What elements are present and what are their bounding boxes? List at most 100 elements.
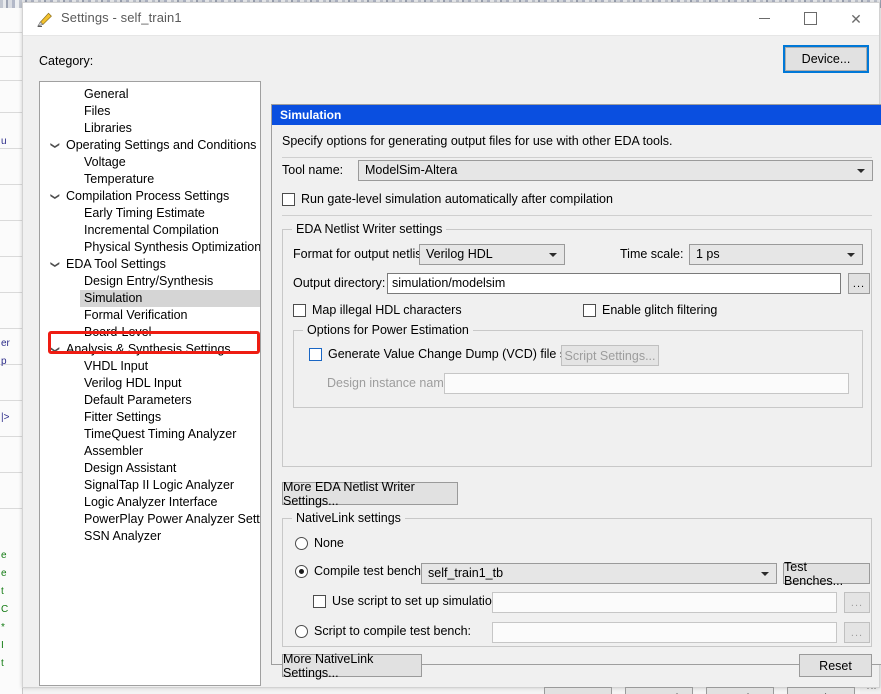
tree-item-temperature[interactable]: Temperature (40, 171, 260, 188)
tree-item-logic-analyzer-interface[interactable]: Logic Analyzer Interface (40, 494, 260, 511)
tree-item-physical-synthesis-optimizations[interactable]: Physical Synthesis Optimizations (40, 239, 260, 256)
tool-name-label: Tool name: (282, 163, 344, 177)
tree-item-label: VHDL Input (84, 359, 149, 373)
compile-testbench-combo[interactable]: self_train1_tb (421, 563, 777, 584)
more-eda-netlist-writer-settings-button[interactable]: More EDA Netlist Writer Settings... (282, 480, 458, 508)
script-settings-button[interactable]: Script Settings... (561, 345, 659, 366)
maximize-button[interactable] (787, 3, 833, 34)
output-directory-browse-button[interactable]: ... (848, 273, 870, 294)
tree-item-label: Files (84, 104, 111, 118)
chevron-down-icon[interactable]: ❯ (47, 343, 64, 357)
tree-item-verilog-hdl-input[interactable]: Verilog HDL Input (40, 375, 260, 392)
minimize-icon (758, 18, 770, 19)
tree-item-label: Incremental Compilation (84, 223, 219, 237)
timescale-combo[interactable]: 1 ps (689, 244, 863, 265)
script-compile-input[interactable] (492, 622, 837, 643)
tree-item-incremental-compilation[interactable]: Incremental Compilation (40, 222, 260, 239)
settings-dialog: Settings - self_train1 ✕ Category: Devic… (22, 2, 881, 694)
tool-name-combo[interactable]: ModelSim-Altera (358, 160, 873, 181)
tree-item-compilation-process-settings[interactable]: ❯ Compilation Process Settings (40, 188, 260, 205)
tree-item-label: Operating Settings and Conditions (66, 138, 257, 152)
tree-item-design-entry-synthesis[interactable]: Design Entry/Synthesis (40, 273, 260, 290)
radio-circle-icon (295, 537, 308, 550)
power-estimation-title: Options for Power Estimation (303, 323, 473, 337)
tree-item-voltage[interactable]: Voltage (40, 154, 260, 171)
timescale-value: 1 ps (696, 247, 720, 261)
tree-item-label: Early Timing Estimate (84, 206, 205, 220)
tree-item-label: Physical Synthesis Optimizations (84, 240, 261, 254)
apply-button[interactable]: Apply (706, 687, 774, 694)
tree-item-operating-settings-and-conditions[interactable]: ❯ Operating Settings and Conditions (40, 137, 260, 154)
tree-item-eda-tool-settings[interactable]: ❯ EDA Tool Settings (40, 256, 260, 273)
tree-item-powerplay-power-analyzer-settings[interactable]: PowerPlay Power Analyzer Settings (40, 511, 260, 528)
simulation-settings-panel: Simulation Specify options for generatin… (271, 104, 881, 680)
tree-item-files[interactable]: Files (40, 103, 260, 120)
tree-item-timequest-timing-analyzer[interactable]: TimeQuest Timing Analyzer (40, 426, 260, 443)
generate-vcd-label: Generate Value Change Dump (VCD) file sc… (328, 347, 590, 361)
use-script-browse-button[interactable]: ... (844, 592, 870, 613)
tree-item-vhdl-input[interactable]: VHDL Input (40, 358, 260, 375)
background-left-label-5: e (1, 568, 7, 579)
divider-top (282, 157, 872, 158)
eda-netlist-writer-group: EDA Netlist Writer settings Format for o… (282, 222, 872, 467)
dialog-body: Category: Device... General Files Librarie… (23, 36, 881, 694)
tree-item-ssn-analyzer[interactable]: SSN Analyzer (40, 528, 260, 545)
checkbox-box-icon (309, 348, 322, 361)
panel-description: Specify options for generating output fi… (282, 134, 673, 148)
chevron-down-icon[interactable]: ❯ (47, 190, 64, 204)
tool-name-value: ModelSim-Altera (365, 163, 458, 177)
device-button[interactable]: Device... (783, 45, 869, 73)
test-benches-button[interactable]: Test Benches... (783, 560, 870, 588)
category-tree[interactable]: General Files Libraries ❯ Operating Settings… (39, 81, 261, 686)
background-left-label-0: u (1, 136, 7, 147)
dialog-titlebar[interactable]: Settings - self_train1 ✕ (23, 3, 879, 36)
checkbox-box-icon (282, 193, 295, 206)
use-script-setup-simulation-label: Use script to set up simulation: (332, 594, 503, 608)
output-directory-label: Output directory: (293, 276, 386, 290)
help-button[interactable]: Help (787, 687, 855, 694)
ok-button[interactable]: OK (544, 687, 612, 694)
tree-item-signaltap-ii-logic-analyzer[interactable]: SignalTap II Logic Analyzer (40, 477, 260, 494)
background-left-label-2: p (1, 356, 7, 367)
background-left-panel: u er p |> e e t C * I t (0, 8, 23, 694)
tree-item-label: PowerPlay Power Analyzer Settings (84, 512, 260, 526)
tree-item-analysis-synthesis-settings[interactable]: ❯ Analysis & Synthesis Settings (40, 341, 260, 358)
tree-item-general[interactable]: General (40, 86, 260, 103)
script-compile-browse-button[interactable]: ... (844, 622, 870, 643)
close-button[interactable]: ✕ (833, 3, 879, 34)
design-instance-input[interactable] (444, 373, 849, 394)
cancel-button[interactable]: Cancel (625, 687, 693, 694)
format-netlist-combo[interactable]: Verilog HDL (419, 244, 565, 265)
background-left-label-3: |> (1, 412, 10, 423)
reset-button[interactable]: Reset (799, 654, 872, 677)
background-left-label-4: e (1, 550, 7, 561)
tree-item-board-level[interactable]: Board-Level (40, 324, 260, 341)
run-gate-level-label: Run gate-level simulation automatically … (301, 192, 613, 206)
minimize-button[interactable] (741, 3, 787, 34)
background-left-label-10: t (1, 658, 4, 669)
tree-item-label: EDA Tool Settings (66, 257, 166, 271)
output-directory-input[interactable]: simulation/modelsim (387, 273, 841, 294)
maximize-icon (803, 12, 817, 25)
tree-item-fitter-settings[interactable]: Fitter Settings (40, 409, 260, 426)
tree-item-default-parameters[interactable]: Default Parameters (40, 392, 260, 409)
chevron-down-icon[interactable]: ❯ (47, 258, 64, 272)
tree-item-label: Default Parameters (84, 393, 192, 407)
tree-item-label: Compilation Process Settings (66, 189, 230, 203)
tree-item-libraries[interactable]: Libraries (40, 120, 260, 137)
chevron-down-icon (857, 169, 865, 173)
tree-item-label: Verilog HDL Input (84, 376, 182, 390)
tree-item-formal-verification[interactable]: Formal Verification (40, 307, 260, 324)
tree-item-early-timing-estimate[interactable]: Early Timing Estimate (40, 205, 260, 222)
tree-item-design-assistant[interactable]: Design Assistant (40, 460, 260, 477)
chevron-down-icon[interactable]: ❯ (47, 139, 64, 153)
more-nativelink-settings-button[interactable]: More NativeLink Settings... (282, 652, 422, 680)
tree-item-label: Formal Verification (84, 308, 188, 322)
tree-item-simulation[interactable]: Simulation (40, 290, 260, 307)
tree-item-label: Simulation (80, 290, 260, 307)
use-script-setup-simulation-input[interactable] (492, 592, 837, 613)
chevron-down-icon (761, 572, 769, 576)
tree-item-label: Temperature (84, 172, 155, 186)
dialog-title: Settings - self_train1 (61, 10, 182, 25)
tree-item-assembler[interactable]: Assembler (40, 443, 260, 460)
